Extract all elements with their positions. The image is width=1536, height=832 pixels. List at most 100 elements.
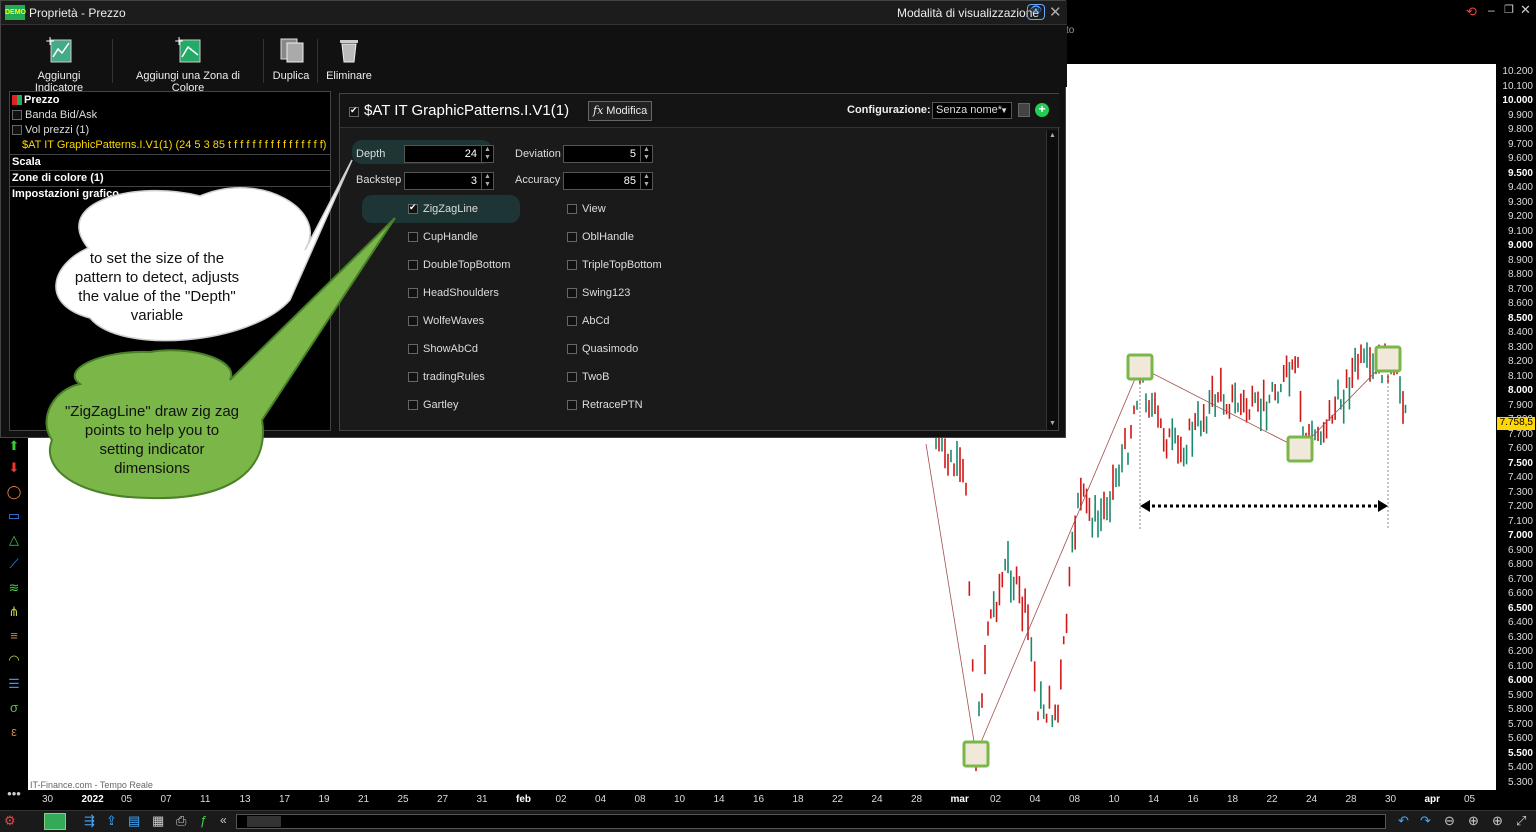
triangle-tool-icon[interactable]: △ <box>6 532 22 548</box>
date-tick: 10 <box>674 794 686 805</box>
price-tick: 8.200 <box>1507 356 1533 367</box>
zigzag-point-marker[interactable] <box>962 740 990 768</box>
date-tick: 30 <box>42 794 54 805</box>
price-tick: 8.300 <box>1507 341 1533 353</box>
chart-type-icon[interactable] <box>44 813 66 830</box>
fibonacci-fan-icon[interactable]: ⋔ <box>6 604 22 620</box>
date-tick: 10 <box>1108 794 1120 805</box>
price-tick: 5.400 <box>1507 762 1533 773</box>
price-tick: 10.200 <box>1502 66 1533 77</box>
arrowhead-icon <box>1140 500 1150 512</box>
export-icon[interactable]: ⇪ <box>106 813 117 829</box>
price-tick: 6.600 <box>1507 588 1533 599</box>
scroll-thumb[interactable] <box>247 816 281 827</box>
price-tick: 7.100 <box>1507 515 1533 527</box>
date-tick: 05 <box>121 794 133 805</box>
price-tick: 5.300 <box>1507 776 1533 788</box>
fibonacci-retracement-icon[interactable]: ≡ <box>6 628 22 644</box>
more-tools-icon[interactable]: ••• <box>6 786 22 802</box>
undo-icon[interactable]: ↶ <box>1398 813 1409 829</box>
date-tick: 18 <box>1227 794 1239 805</box>
zigzag-point-marker[interactable] <box>1286 435 1314 463</box>
fibonacci-levels-icon[interactable]: ☰ <box>6 676 22 692</box>
zigzag-point-marker[interactable] <box>1126 353 1154 381</box>
date-tick: 2022 <box>81 794 104 805</box>
fullscreen-icon[interactable]: ⤢ <box>1516 813 1526 829</box>
chart-header-strip: to <box>1066 24 1536 64</box>
price-tick: 5.500 <box>1507 747 1533 759</box>
trendline-tool-icon[interactable]: ⟋ <box>6 556 22 572</box>
date-tick: 02 <box>990 794 1002 805</box>
print-icon[interactable]: ⎙ <box>176 813 186 829</box>
date-tick: 27 <box>437 794 449 805</box>
price-tick: 9.000 <box>1507 240 1533 251</box>
price-tick: 7.500 <box>1507 457 1533 469</box>
indicator-icon[interactable]: ƒ <box>200 813 207 828</box>
scroll-start-icon[interactable]: « <box>220 813 227 827</box>
price-tick: 5.800 <box>1507 704 1533 715</box>
price-axis[interactable]: 10.200 10.100 10.000 9.900 9.800 9.700 9.600 9.… <box>1496 64 1536 790</box>
price-tick: 5.900 <box>1507 689 1533 701</box>
date-tick: 24 <box>1306 794 1318 805</box>
zigzag-callout-text: "ZigZagLine" draw zig zag points to help… <box>64 403 240 477</box>
close-window-icon[interactable]: ✕ <box>1520 2 1531 18</box>
price-tick: 7.400 <box>1507 472 1533 483</box>
date-tick: 04 <box>595 794 607 805</box>
date-tick: 14 <box>713 794 725 805</box>
date-tick: 13 <box>239 794 251 805</box>
zoom-icon[interactable]: ⊕ <box>1468 813 1479 829</box>
depth-callout-text: to set the size of the pattern to detect… <box>74 250 240 324</box>
zigzag-point-marker[interactable] <box>1374 345 1402 373</box>
price-tick: 9.600 <box>1507 153 1533 164</box>
price-tick: 8.500 <box>1507 312 1533 324</box>
price-tick: 7.200 <box>1507 501 1533 512</box>
date-tick: 07 <box>160 794 172 805</box>
sigma-tool-icon[interactable]: σ <box>6 700 22 716</box>
price-tick: 7.600 <box>1507 443 1533 454</box>
price-tick: 6.100 <box>1507 660 1533 672</box>
date-tick: 08 <box>1069 794 1081 805</box>
wave-tool-icon[interactable]: ≋ <box>6 580 22 596</box>
date-tick: 31 <box>476 794 488 805</box>
settings-gear-icon[interactable]: ⚙ <box>4 813 16 829</box>
time-scrollbar[interactable] <box>236 814 1386 829</box>
price-tick: 6.000 <box>1507 675 1533 686</box>
date-tick: 28 <box>1345 794 1357 805</box>
date-tick: 17 <box>279 794 291 805</box>
epsilon-tool-icon[interactable]: ε <box>6 724 22 740</box>
chart-header-text: to <box>1066 25 1075 36</box>
date-axis[interactable]: 30 2022 05 07 11 13 17 19 21 25 27 31 feb 02 04 08 10 14 1… <box>28 790 1536 810</box>
price-tick: 8.400 <box>1507 327 1533 338</box>
zoom-out-icon[interactable]: ⊖ <box>1444 813 1455 829</box>
price-tick: 9.700 <box>1507 138 1533 150</box>
price-tick: 6.800 <box>1507 559 1533 570</box>
date-tick: mar <box>950 794 969 805</box>
zoom-in-icon[interactable]: ⊕ <box>1492 813 1503 829</box>
date-tick: 30 <box>1385 794 1397 805</box>
price-tick: 6.200 <box>1507 646 1533 657</box>
price-tick: 9.200 <box>1507 211 1533 222</box>
grid-icon[interactable]: ▦ <box>152 813 164 829</box>
arrowhead-icon <box>1378 500 1388 512</box>
sync-icon[interactable]: ⟲ <box>1466 4 1482 20</box>
price-tick: 8.700 <box>1507 283 1533 295</box>
price-tick: 7.000 <box>1507 530 1533 541</box>
date-tick: 22 <box>832 794 844 805</box>
date-tick: 21 <box>358 794 370 805</box>
bottom-toolbar: ⚙ ⇶ ⇪ ▤ ▦ ⎙ ƒ « ↶ ↷ ⊖ ⊕ ⊕ ⤢ <box>0 810 1536 832</box>
date-tick: 11 <box>200 794 211 805</box>
minimize-icon[interactable]: – <box>1488 3 1495 17</box>
date-tick: 16 <box>753 794 765 805</box>
share-icon[interactable]: ⇶ <box>84 813 95 829</box>
date-tick: apr <box>1424 794 1441 805</box>
price-tick: 6.500 <box>1507 602 1533 614</box>
window-layout-icon[interactable]: ▤ <box>128 813 140 829</box>
price-tick: 10.100 <box>1502 80 1533 92</box>
restore-icon[interactable]: ❐ <box>1504 3 1514 16</box>
price-tick: 8.600 <box>1507 298 1533 309</box>
redo-icon[interactable]: ↷ <box>1420 813 1431 829</box>
data-source-label: IT-Finance.com - Tempo Reale <box>30 780 153 790</box>
date-tick: 08 <box>634 794 646 805</box>
fibonacci-arc-icon[interactable]: ◠ <box>6 652 22 668</box>
price-tick: 9.800 <box>1507 124 1533 135</box>
